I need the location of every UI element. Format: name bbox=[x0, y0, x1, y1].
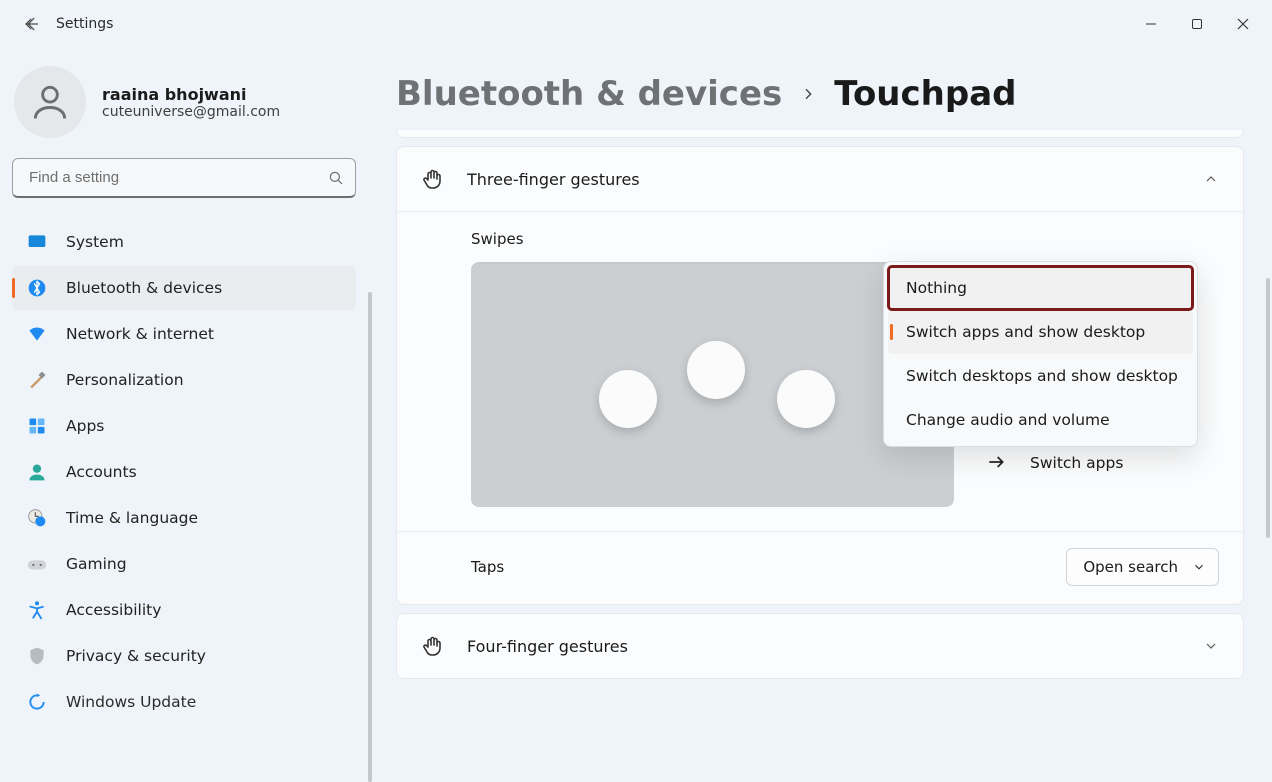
hand-icon bbox=[421, 634, 445, 658]
nav-label: Accessibility bbox=[66, 601, 161, 619]
option-label: Switch apps and show desktop bbox=[906, 323, 1145, 341]
sidebar: raaina bhojwani cuteuniverse@gmail.com S… bbox=[0, 48, 372, 775]
chevron-down-icon bbox=[1192, 560, 1206, 574]
nav-bluetooth-devices[interactable]: Bluetooth & devices bbox=[12, 266, 356, 310]
accessibility-icon bbox=[26, 599, 48, 621]
breadcrumb-current: Touchpad bbox=[834, 74, 1016, 114]
maximize-button[interactable] bbox=[1174, 7, 1220, 41]
nav-label: Network & internet bbox=[66, 325, 214, 343]
shield-icon bbox=[26, 645, 48, 667]
swipes-label: Swipes bbox=[421, 230, 1219, 248]
avatar bbox=[14, 66, 86, 138]
nav-label: Windows Update bbox=[66, 693, 196, 711]
nav-label: Apps bbox=[66, 417, 104, 435]
nav-accessibility[interactable]: Accessibility bbox=[12, 588, 356, 632]
content-scrollbar[interactable] bbox=[1266, 278, 1270, 538]
chevron-right-icon bbox=[800, 86, 816, 102]
taps-row: Taps Open search bbox=[397, 531, 1243, 604]
three-finger-header[interactable]: Three-finger gestures bbox=[397, 147, 1243, 211]
swipes-option-nothing[interactable]: Nothing bbox=[888, 266, 1193, 310]
wifi-icon bbox=[26, 323, 48, 345]
display-icon bbox=[26, 231, 48, 253]
search-input[interactable] bbox=[27, 168, 327, 187]
chevron-down-icon bbox=[1203, 638, 1219, 654]
swipes-option-audio[interactable]: Change audio and volume bbox=[888, 398, 1193, 442]
swipes-option-switch-desktops[interactable]: Switch desktops and show desktop bbox=[888, 354, 1193, 398]
back-button[interactable] bbox=[14, 6, 50, 42]
apps-icon bbox=[26, 415, 48, 437]
hand-icon bbox=[421, 167, 445, 191]
chevron-up-icon bbox=[1203, 171, 1219, 187]
nav-accounts[interactable]: Accounts bbox=[12, 450, 356, 494]
nav-label: Accounts bbox=[66, 463, 137, 481]
swipes-dropdown-popup: Nothing Switch apps and show desktop Swi… bbox=[883, 261, 1198, 447]
nav-privacy[interactable]: Privacy & security bbox=[12, 634, 356, 678]
three-finger-panel: Three-finger gestures Swipes bbox=[396, 146, 1244, 605]
taps-dropdown-value: Open search bbox=[1083, 558, 1178, 576]
nav-system[interactable]: System bbox=[12, 220, 356, 264]
four-finger-header[interactable]: Four-finger gestures bbox=[397, 614, 1243, 678]
gamepad-icon bbox=[26, 553, 48, 575]
minimize-button[interactable] bbox=[1128, 7, 1174, 41]
option-label: Change audio and volume bbox=[906, 411, 1110, 429]
swipes-option-switch-apps[interactable]: Switch apps and show desktop bbox=[888, 310, 1193, 354]
close-button[interactable] bbox=[1220, 7, 1266, 41]
arrow-right-icon bbox=[986, 452, 1008, 474]
finger-dot bbox=[599, 370, 657, 428]
option-label: Nothing bbox=[906, 279, 967, 297]
nav-label: Privacy & security bbox=[66, 647, 206, 665]
finger-dot bbox=[687, 341, 745, 399]
gesture-right: Switch apps bbox=[986, 452, 1219, 474]
taps-dropdown[interactable]: Open search bbox=[1066, 548, 1219, 586]
nav-apps[interactable]: Apps bbox=[12, 404, 356, 448]
nav-personalization[interactable]: Personalization bbox=[12, 358, 356, 402]
four-finger-title: Four-finger gestures bbox=[467, 637, 628, 656]
profile-email: cuteuniverse@gmail.com bbox=[102, 104, 280, 120]
panel-remnant bbox=[396, 130, 1244, 138]
taps-label: Taps bbox=[471, 558, 504, 576]
window-controls bbox=[1128, 7, 1266, 41]
titlebar: Settings bbox=[0, 0, 1272, 48]
nav-label: Bluetooth & devices bbox=[66, 279, 222, 297]
nav-label: System bbox=[66, 233, 124, 251]
person-icon bbox=[26, 461, 48, 483]
finger-dot bbox=[777, 370, 835, 428]
paintbrush-icon bbox=[26, 369, 48, 391]
nav: System Bluetooth & devices Network & int… bbox=[12, 220, 356, 724]
bluetooth-icon bbox=[26, 277, 48, 299]
breadcrumb-parent[interactable]: Bluetooth & devices bbox=[396, 74, 782, 114]
search-box[interactable] bbox=[12, 158, 356, 198]
search-icon bbox=[327, 169, 345, 187]
profile[interactable]: raaina bhojwani cuteuniverse@gmail.com bbox=[12, 48, 356, 158]
window-title: Settings bbox=[56, 16, 113, 32]
profile-name: raaina bhojwani bbox=[102, 85, 280, 104]
nav-network[interactable]: Network & internet bbox=[12, 312, 356, 356]
four-finger-panel: Four-finger gestures bbox=[396, 613, 1244, 679]
gesture-preview bbox=[471, 262, 954, 507]
content: Bluetooth & devices Touchpad Three-finge… bbox=[372, 48, 1272, 775]
nav-windows-update[interactable]: Windows Update bbox=[12, 680, 356, 724]
breadcrumb: Bluetooth & devices Touchpad bbox=[396, 48, 1244, 130]
nav-label: Time & language bbox=[66, 509, 198, 527]
nav-label: Gaming bbox=[66, 555, 127, 573]
gesture-label: Switch apps bbox=[1030, 454, 1123, 472]
clock-globe-icon bbox=[26, 507, 48, 529]
nav-label: Personalization bbox=[66, 371, 184, 389]
option-label: Switch desktops and show desktop bbox=[906, 367, 1178, 385]
three-finger-title: Three-finger gestures bbox=[467, 170, 640, 189]
update-icon bbox=[26, 691, 48, 713]
nav-gaming[interactable]: Gaming bbox=[12, 542, 356, 586]
nav-time-language[interactable]: Time & language bbox=[12, 496, 356, 540]
